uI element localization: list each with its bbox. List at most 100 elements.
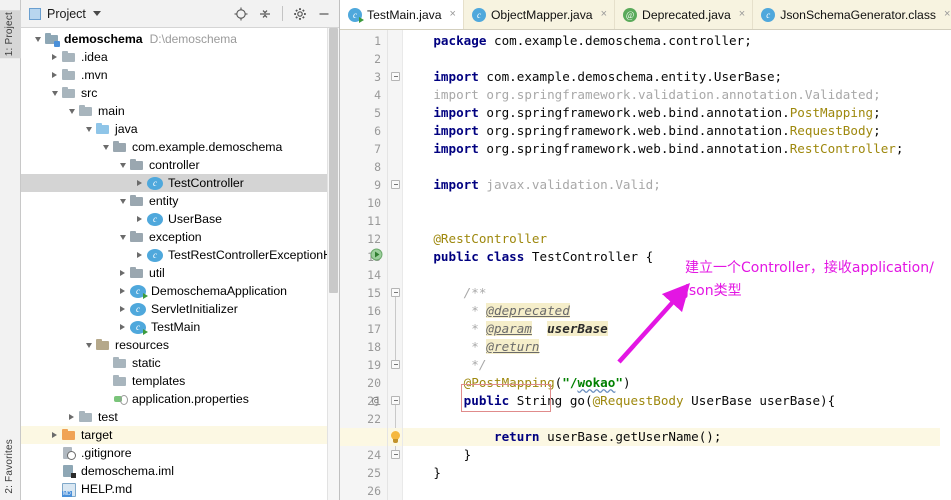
chevron-down-icon[interactable] <box>48 87 61 100</box>
annotation-gutter-marker[interactable]: @ <box>372 392 379 410</box>
tree-node-label: demoschema.iml <box>81 462 174 480</box>
line-number: 7 <box>374 140 381 158</box>
chevron-down-icon[interactable] <box>82 339 95 352</box>
editor-gutter-line-numbers[interactable]: 1234567891011121314151617181920212223242… <box>340 30 388 500</box>
run-gutter-icon[interactable] <box>370 248 383 266</box>
folder-icon <box>78 409 94 425</box>
code-token <box>403 429 494 444</box>
collapse-all-icon[interactable] <box>254 3 276 25</box>
code-folding-toggle[interactable] <box>391 180 400 189</box>
tree-node-resources[interactable]: resources <box>21 336 339 354</box>
folder-package-icon <box>129 157 145 173</box>
tree-node--gitignore[interactable]: .gitignore <box>21 444 339 462</box>
tree-node-label: application.properties <box>132 390 249 408</box>
editor-tab-jsonschemagenerator-class[interactable]: cJsonSchemaGenerator.class× <box>753 0 951 29</box>
tool-window-tab-project[interactable]: 1: Project <box>0 10 21 58</box>
chevron-right-icon[interactable] <box>48 51 61 64</box>
folder-icon <box>61 49 77 65</box>
tree-node-templates[interactable]: templates <box>21 372 339 390</box>
code-folding-toggle[interactable] <box>391 450 400 459</box>
code-folding-toggle[interactable] <box>391 396 400 405</box>
editor-tab-testmain-java[interactable]: cTestMain.java× <box>340 0 464 29</box>
chevron-down-icon[interactable] <box>82 123 95 136</box>
chevron-right-icon[interactable] <box>48 429 61 442</box>
tree-node-label: src <box>81 84 97 102</box>
code-token <box>403 141 433 156</box>
code-token: @param <box>486 321 532 336</box>
tree-node-main[interactable]: main <box>21 102 339 120</box>
tree-node-testcontroller[interactable]: cTestController <box>21 174 339 192</box>
close-icon[interactable]: × <box>944 9 950 20</box>
tree-node-testmain[interactable]: cTestMain <box>21 318 339 336</box>
code-line-3: import com.example.demoschema.entity.Use… <box>403 68 782 86</box>
close-icon[interactable]: × <box>739 9 745 20</box>
code-folding-toggle[interactable] <box>391 288 400 297</box>
tree-node-com-example-demoschema[interactable]: com.example.demoschema <box>21 138 339 156</box>
settings-gear-icon[interactable] <box>289 3 311 25</box>
chevron-down-icon[interactable] <box>93 11 101 16</box>
tree-node--idea[interactable]: .idea <box>21 48 339 66</box>
chevron-right-icon[interactable] <box>116 267 129 280</box>
close-icon[interactable]: × <box>450 9 456 20</box>
annotation-text-line-1: 建立一个Controller，接收application/ <box>685 258 934 279</box>
folder-module-icon <box>44 31 60 47</box>
close-icon[interactable]: × <box>601 9 607 20</box>
tree-node-java[interactable]: java <box>21 120 339 138</box>
chevron-down-icon[interactable] <box>99 141 112 154</box>
editor-tab-deprecated-java[interactable]: @Deprecated.java× <box>615 0 753 29</box>
code-token: ; <box>873 105 881 120</box>
chevron-down-icon[interactable] <box>116 231 129 244</box>
chevron-down-icon[interactable] <box>116 195 129 208</box>
chevron-down-icon[interactable] <box>65 105 78 118</box>
tree-node-userbase[interactable]: cUserBase <box>21 210 339 228</box>
editor-tab-objectmapper-java[interactable]: cObjectMapper.java× <box>464 0 615 29</box>
tool-window-tab-favorites[interactable]: 2: Favorites <box>0 437 21 496</box>
chevron-right-icon[interactable] <box>133 177 146 190</box>
tree-node-test[interactable]: test <box>21 408 339 426</box>
line-number: 25 <box>367 464 381 482</box>
scrollbar-thumb[interactable] <box>329 28 338 293</box>
tree-node-target[interactable]: target <box>21 426 339 444</box>
tree-node-src[interactable]: src <box>21 84 339 102</box>
chevron-down-icon[interactable] <box>31 33 44 46</box>
project-tree[interactable]: HELP.mddemoschema.iml.gitignoretargettes… <box>21 28 339 500</box>
tree-node-demoschema-iml[interactable]: demoschema.iml <box>21 462 339 480</box>
code-folding-toggle[interactable] <box>391 360 400 369</box>
java-class-run-icon: c <box>130 285 146 298</box>
chevron-right-icon[interactable] <box>116 303 129 316</box>
tree-node-demoschema[interactable]: demoschemaD:\demoschema <box>21 30 339 48</box>
project-panel-header: Project <box>21 0 339 28</box>
tree-node-util[interactable]: util <box>21 264 339 282</box>
chevron-right-icon[interactable] <box>116 321 129 334</box>
tree-node-demoschemaapplication[interactable]: cDemoschemaApplication <box>21 282 339 300</box>
editor-gutter-folding[interactable] <box>388 30 403 500</box>
code-token: * <box>403 321 486 336</box>
project-tree-scrollbar[interactable] <box>327 28 339 500</box>
bulb-base <box>393 439 398 443</box>
java-annotation-icon: @ <box>623 8 637 22</box>
tree-node-application-properties[interactable]: application.properties <box>21 390 339 408</box>
tree-node-testrestcontrollerexceptionhandle[interactable]: cTestRestControllerExceptionHandle <box>21 246 339 264</box>
chevron-right-icon[interactable] <box>133 213 146 226</box>
code-folding-toggle[interactable] <box>391 72 400 81</box>
tree-node-static[interactable]: static <box>21 354 339 372</box>
chevron-down-icon[interactable] <box>116 159 129 172</box>
locate-icon[interactable] <box>230 3 252 25</box>
chevron-right-icon[interactable] <box>48 69 61 82</box>
current-line-gutter-highlight <box>340 428 387 446</box>
tree-node-help-md[interactable]: HELP.md <box>21 480 339 498</box>
tree-node-label: .gitignore <box>81 444 132 462</box>
intention-bulb-icon[interactable] <box>389 431 402 444</box>
tree-node-exception[interactable]: exception <box>21 228 339 246</box>
tree-node-servletinitializer[interactable]: cServletInitializer <box>21 300 339 318</box>
chevron-right-icon[interactable] <box>65 411 78 424</box>
editor-vertical-scrollbar[interactable] <box>940 60 951 500</box>
tree-node-entity[interactable]: entity <box>21 192 339 210</box>
chevron-right-icon[interactable] <box>133 249 146 262</box>
tree-node-controller[interactable]: controller <box>21 156 339 174</box>
line-number: 18 <box>367 338 381 356</box>
hide-icon[interactable] <box>313 3 335 25</box>
chevron-right-icon[interactable] <box>116 285 129 298</box>
tree-node--mvn[interactable]: .mvn <box>21 66 339 84</box>
editor-tab-bar[interactable]: cTestMain.java×cObjectMapper.java×@Depre… <box>340 0 951 30</box>
